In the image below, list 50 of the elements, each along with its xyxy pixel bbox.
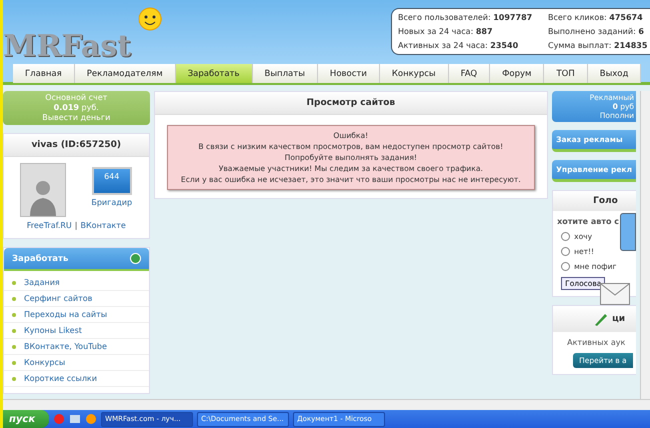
rank-link[interactable]: Бригадир (91, 198, 132, 207)
earn-menu-item[interactable]: ВКонтакте, YouTube (4, 339, 148, 355)
nav-tab[interactable]: Новости (318, 64, 380, 83)
desktop-icon[interactable] (69, 413, 82, 425)
profile-link[interactable]: ВКонтакте (80, 221, 126, 230)
earn-menu-item[interactable]: Задания (4, 275, 148, 291)
envelope-icon[interactable] (600, 283, 630, 305)
earn-menu-item[interactable]: Переходы на сайты (4, 307, 148, 323)
avatar-placeholder (20, 163, 66, 217)
separator-text: | (74, 221, 78, 230)
nav-tab[interactable]: Заработать (176, 64, 253, 83)
profile-link[interactable]: FreeTraf.RU (26, 221, 72, 230)
nav-tab[interactable]: Форум (490, 64, 544, 83)
radio-button[interactable] (561, 247, 570, 256)
auction-title: ци (612, 314, 626, 324)
stat-text: Выполнено заданий: 6 (548, 27, 644, 36)
poll-title: Голо (593, 196, 618, 206)
earn-menu-item[interactable]: Купоны Likest (4, 323, 148, 339)
stat-text: Всего пользователей: 1097787 (398, 13, 534, 22)
floating-panel[interactable] (620, 213, 636, 251)
nav-tab[interactable]: Рекламодателям (74, 64, 176, 83)
earn-menu-item[interactable]: Короткие ссылки (4, 371, 148, 387)
nav-tab[interactable]: Выход (588, 64, 642, 83)
start-button[interactable]: пуск (3, 410, 50, 428)
horizontal-scrollbar[interactable] (3, 399, 650, 410)
stat-text: Всего кликов: 475674 (548, 13, 644, 22)
account-title: Основной счет (44, 93, 108, 103)
radio-button[interactable] (561, 232, 570, 241)
vertical-scrollbar[interactable] (640, 91, 650, 399)
earn-menu-title: Заработать (12, 254, 68, 264)
main-title: Просмотр сайтов (154, 92, 548, 115)
user-name: vivas (ID:657250) (4, 134, 148, 157)
stat-text: Активных за 24 часа: 23540 (398, 41, 520, 50)
pencil-icon (593, 311, 610, 327)
nav-tab[interactable]: Главная (13, 64, 75, 83)
nav-tab[interactable]: Конкурсы (380, 64, 449, 83)
earn-menu-item[interactable]: Конкурсы (4, 355, 148, 371)
auction-text: Активных аук (566, 338, 626, 347)
site-logo: MRFast (3, 32, 131, 62)
nav-tab[interactable]: Выплаты (252, 64, 318, 83)
browser-icon[interactable] (85, 413, 98, 425)
nav-tab[interactable]: FAQ (448, 64, 490, 83)
earn-menu-item[interactable]: Серфинг сайтов (4, 291, 148, 307)
monitor-icon: 644 (92, 167, 132, 195)
stat-text: Новых за 24 часа: 887 (398, 27, 494, 36)
account-balance: 0.019 руб. (52, 103, 100, 113)
globe-icon (130, 253, 140, 264)
radio-button[interactable] (561, 262, 570, 271)
nav-tab[interactable]: ТОП (544, 64, 588, 83)
poll-question: хотите авто с (556, 217, 619, 226)
